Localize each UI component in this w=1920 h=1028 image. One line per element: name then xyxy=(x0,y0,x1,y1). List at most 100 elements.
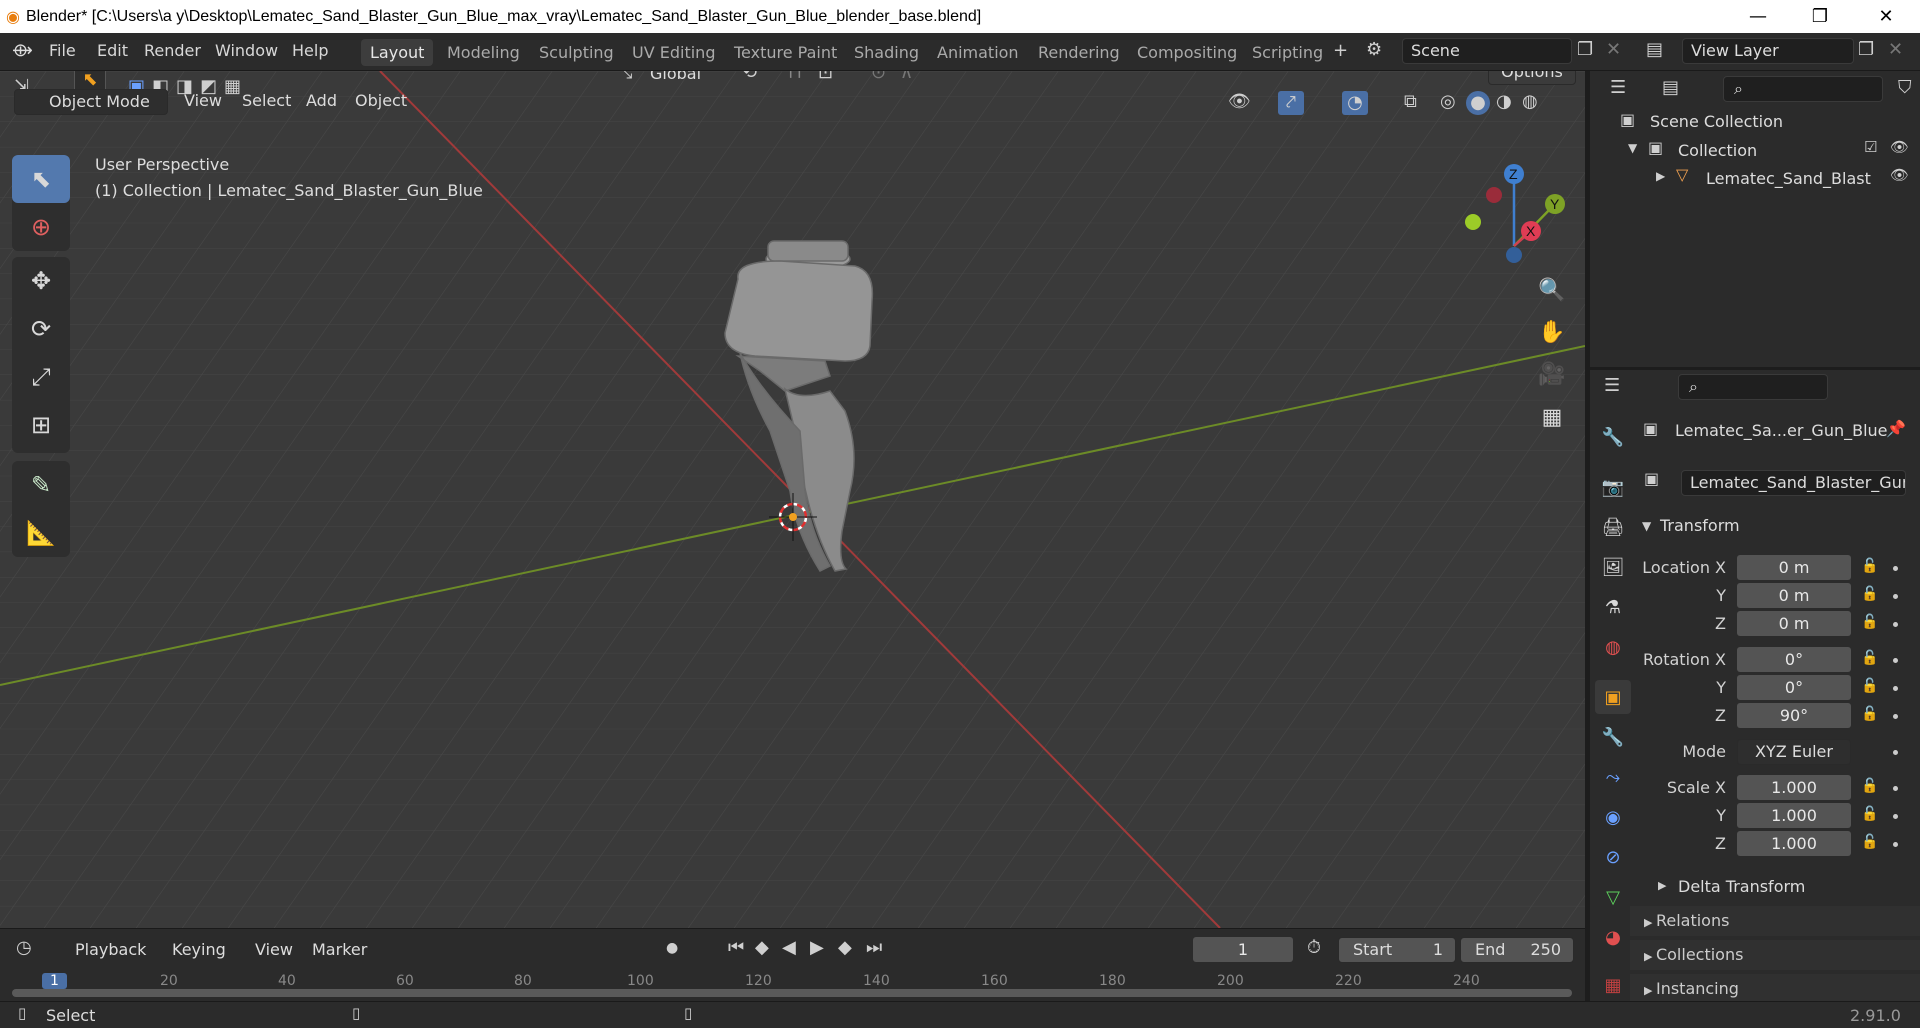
scene-field[interactable]: Scene xyxy=(1402,38,1572,64)
delta-transform-header[interactable]: Delta Transform xyxy=(1678,877,1805,896)
keyframe-dot[interactable] xyxy=(1893,814,1898,819)
keyframe-dot[interactable] xyxy=(1893,714,1898,719)
rotation-z-field[interactable]: 90° xyxy=(1737,703,1851,728)
outliner-search[interactable]: ⌕ xyxy=(1723,76,1883,102)
timeline-ruler[interactable]: 1 20 40 60 80 100 120 140 160 180 200 22… xyxy=(12,973,1572,1001)
tab-shading[interactable]: Shading xyxy=(845,39,928,66)
keyframe-dot[interactable] xyxy=(1893,686,1898,691)
location-y-field[interactable]: 0 m xyxy=(1737,583,1851,608)
view-layer-field[interactable]: View Layer xyxy=(1682,38,1854,64)
3d-viewport[interactable]: Z Y X ⇲ ⬉ ▣ ◧ ◨ ◩ ▦ ⤡ Global ⟲ ⊓ ⊡ ⊙ ∧ O… xyxy=(0,71,1585,928)
pan-hand-icon[interactable]: ✋ xyxy=(1533,313,1571,351)
timeline-editor-type-icon[interactable]: ◷ xyxy=(16,939,32,957)
visibility-icon[interactable]: 👁 xyxy=(1228,93,1251,111)
keyframe-dot[interactable] xyxy=(1893,750,1898,755)
lock-icon[interactable]: 🔓 xyxy=(1861,558,1878,574)
relations-section[interactable]: ▶ Relations xyxy=(1630,906,1920,936)
material-shading-icon[interactable]: ◑ xyxy=(1496,93,1512,111)
move-tool-icon[interactable]: ✥ xyxy=(12,257,70,305)
start-frame-field[interactable]: Start 1 xyxy=(1338,937,1456,963)
menu-help[interactable]: Help xyxy=(292,41,328,60)
world-tab-icon[interactable]: ◍ xyxy=(1595,630,1631,664)
properties-search[interactable]: ⌕ xyxy=(1678,374,1828,400)
scale-z-field[interactable]: 1.000 xyxy=(1737,831,1851,856)
end-frame-field[interactable]: End 250 xyxy=(1460,937,1574,963)
tab-rendering[interactable]: Rendering xyxy=(1029,39,1129,66)
texture-tab-icon[interactable]: ▦ xyxy=(1595,968,1631,1002)
keyframe-dot[interactable] xyxy=(1893,786,1898,791)
data-tab-icon[interactable]: ▽ xyxy=(1595,880,1631,914)
menu-playback[interactable]: Playback xyxy=(75,940,146,959)
material-tab-icon[interactable]: ◕ xyxy=(1595,920,1631,954)
play-reverse-icon[interactable]: ◀ xyxy=(782,939,796,957)
menu-add[interactable]: Add xyxy=(306,91,337,110)
menu-select[interactable]: Select xyxy=(242,91,291,110)
jump-start-icon[interactable]: ⏮ xyxy=(728,939,744,957)
keyframe-dot[interactable] xyxy=(1893,622,1898,627)
maximize-button[interactable]: ❐ xyxy=(1792,0,1848,33)
orientation-dropdown[interactable]: Global xyxy=(650,71,701,83)
new-view-layer-icon[interactable]: ❐ xyxy=(1858,41,1874,59)
next-keyframe-icon[interactable]: ◆ xyxy=(838,939,852,957)
tab-modeling[interactable]: Modeling xyxy=(438,39,529,66)
zoom-icon[interactable]: 🔍 xyxy=(1533,271,1571,309)
tab-texture-paint[interactable]: Texture Paint xyxy=(725,39,846,66)
minimize-button[interactable]: — xyxy=(1730,0,1786,33)
constraints-tab-icon[interactable]: ⊘ xyxy=(1595,840,1631,874)
delta-transform-expand-icon[interactable]: ▶ xyxy=(1658,880,1666,891)
object-name-field[interactable]: Lematec_Sand_Blaster_Gun... xyxy=(1681,470,1906,496)
outliner-editor-type-icon[interactable]: ☰ xyxy=(1610,79,1626,97)
object-tab-icon[interactable]: ▣ xyxy=(1595,680,1631,714)
close-button[interactable]: ✕ xyxy=(1858,0,1914,33)
lock-icon[interactable]: 🔓 xyxy=(1861,586,1878,602)
tab-animation[interactable]: Animation xyxy=(928,39,1028,66)
lock-icon[interactable]: 🔓 xyxy=(1861,678,1878,694)
tab-compositing[interactable]: Compositing xyxy=(1128,39,1246,66)
add-workspace-icon[interactable]: + xyxy=(1333,42,1348,60)
filter-icon[interactable]: ⛉ xyxy=(1898,79,1912,97)
tool-tab-icon[interactable]: 🔧 xyxy=(1595,420,1631,454)
tab-scripting[interactable]: Scripting xyxy=(1243,39,1332,66)
keyframe-dot[interactable] xyxy=(1893,658,1898,663)
remove-view-layer-icon[interactable]: ✕ xyxy=(1888,41,1903,59)
rotation-y-field[interactable]: 0° xyxy=(1737,675,1851,700)
lock-icon[interactable]: 🔓 xyxy=(1861,614,1878,630)
scene-collection-label[interactable]: Scene Collection xyxy=(1650,112,1783,131)
location-z-field[interactable]: 0 m xyxy=(1737,611,1851,636)
collection-label[interactable]: Collection xyxy=(1678,141,1757,160)
orientation-icon[interactable]: ⤡ xyxy=(618,71,632,82)
lock-icon[interactable]: 🔓 xyxy=(1861,778,1878,794)
menu-object[interactable]: Object xyxy=(355,91,407,110)
rotation-x-field[interactable]: 0° xyxy=(1737,647,1851,672)
scale-tool-icon[interactable]: ⤢ xyxy=(12,353,70,401)
select-mode-intersect-icon[interactable]: ▦ xyxy=(224,78,241,96)
camera-view-icon[interactable]: 🎥 xyxy=(1533,355,1571,393)
current-frame-field[interactable]: 1 xyxy=(1193,937,1293,962)
rotation-mode-dropdown[interactable]: XYZ Euler xyxy=(1737,739,1851,765)
menu-file[interactable]: File xyxy=(49,41,76,60)
snap-icon[interactable]: ⊓ xyxy=(788,71,802,82)
collection-eye-icon[interactable]: 👁 xyxy=(1890,140,1909,155)
object-expand-icon[interactable]: ▶ xyxy=(1656,170,1665,182)
keyframe-dot[interactable] xyxy=(1893,566,1898,571)
object-type-icon[interactable]: ▣ xyxy=(1644,471,1659,487)
snap-target-icon[interactable]: ⊡ xyxy=(818,71,833,82)
menu-render[interactable]: Render xyxy=(144,41,201,60)
prev-keyframe-icon[interactable]: ◆ xyxy=(755,939,769,957)
instancing-section[interactable]: ▶ Instancing xyxy=(1630,974,1920,1001)
tab-layout[interactable]: Layout xyxy=(361,39,434,66)
transform-header[interactable]: Transform xyxy=(1660,516,1740,535)
object-mode-dropdown[interactable]: Object Mode xyxy=(14,89,168,115)
rendered-shading-icon[interactable]: ◍ xyxy=(1522,93,1538,111)
stopwatch-icon[interactable]: ⏱ xyxy=(1307,939,1321,957)
keyframe-dot[interactable] xyxy=(1893,594,1898,599)
render-tab-icon[interactable]: 📷 xyxy=(1595,470,1631,504)
jump-end-icon[interactable]: ⏭ xyxy=(866,939,882,957)
menu-window[interactable]: Window xyxy=(215,41,278,60)
view-layer-tab-icon[interactable]: 🖼 xyxy=(1595,550,1631,584)
blender-menu-icon[interactable]: ⟴ xyxy=(12,42,33,60)
location-x-field[interactable]: 0 m xyxy=(1737,555,1851,580)
menu-edit[interactable]: Edit xyxy=(97,41,128,60)
options-dropdown[interactable]: Options xyxy=(1488,71,1576,85)
keyframe-dot[interactable] xyxy=(1893,842,1898,847)
